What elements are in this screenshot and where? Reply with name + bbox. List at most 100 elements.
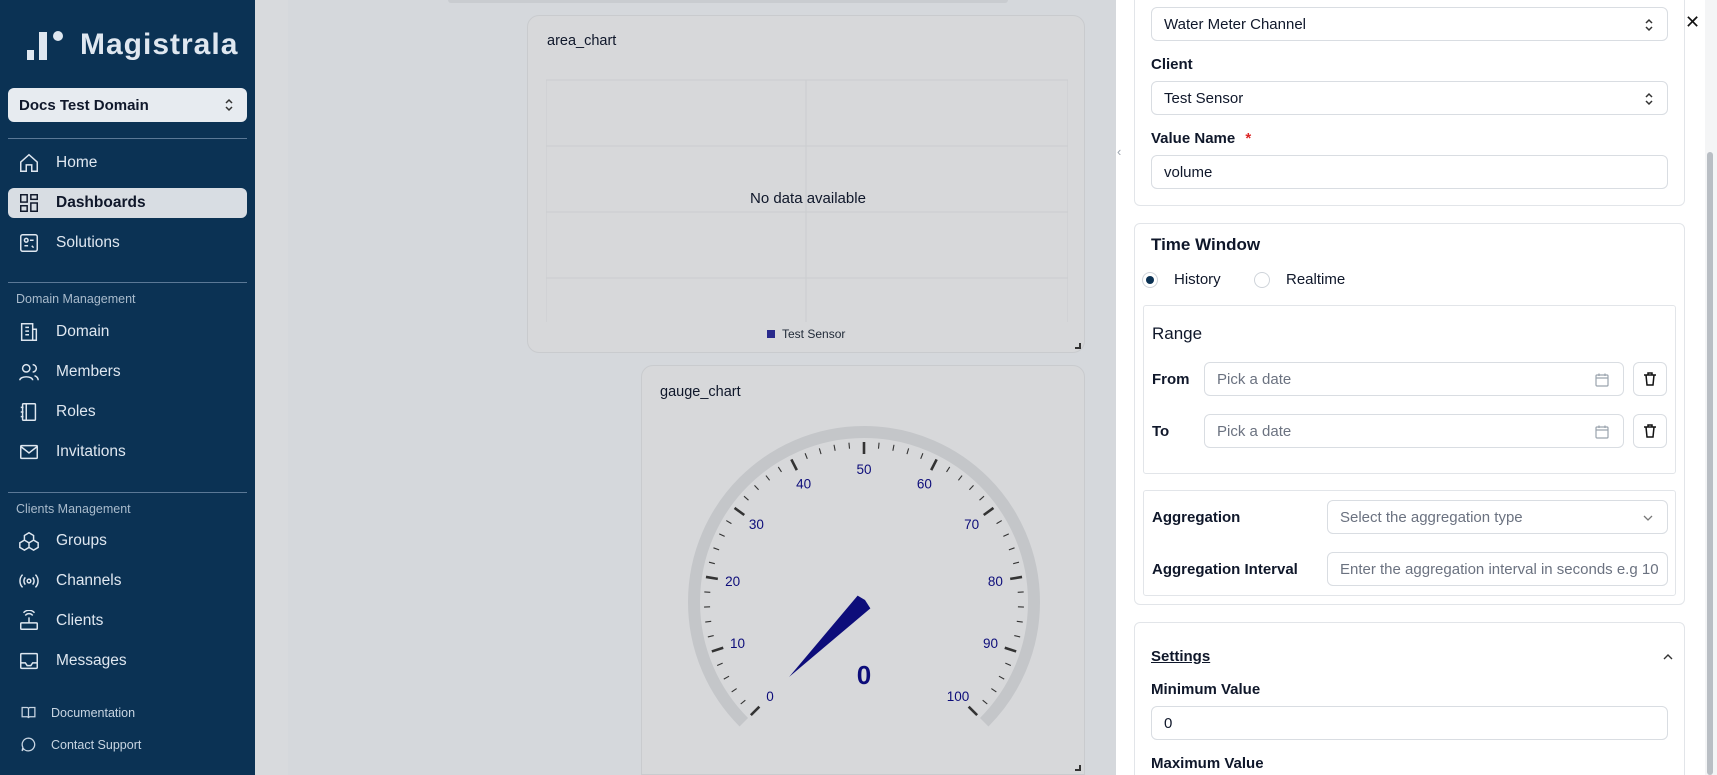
gauge-minor-tick	[731, 688, 737, 693]
client-select[interactable]: Test Sensor	[1151, 81, 1668, 115]
gauge-major-tick	[967, 705, 979, 717]
gauge-major-tick	[711, 646, 724, 653]
value-name-label-text: Value Name	[1151, 130, 1236, 147]
clear-to-button[interactable]	[1633, 414, 1667, 448]
divider	[8, 282, 247, 283]
chevron-down-icon	[1643, 515, 1653, 521]
clear-from-button[interactable]	[1633, 362, 1667, 396]
gauge-tick-label: 40	[796, 476, 811, 491]
gauge-minor-tick	[996, 520, 1002, 525]
gauge-minor-tick	[765, 475, 771, 481]
trash-icon	[1644, 424, 1656, 438]
chevron-updown-icon	[225, 98, 233, 112]
radio-realtime[interactable]	[1254, 272, 1270, 288]
channel-select-value: Water Meter Channel	[1164, 15, 1307, 33]
aggregation-select[interactable]: Select the aggregation type	[1327, 500, 1668, 534]
logo-mark-icon	[27, 31, 63, 60]
widget-area-chart[interactable]: area_chart No data available Test Sensor	[527, 15, 1085, 353]
section-label-domain: Domain Management	[16, 292, 136, 306]
sidebar-item-members[interactable]: Members	[8, 357, 247, 387]
gauge-minor-tick	[726, 520, 732, 525]
resize-handle[interactable]	[1075, 343, 1081, 349]
gauge-minor-tick	[979, 495, 985, 501]
gauge-tick-label: 20	[725, 574, 740, 589]
gauge-minor-tick	[877, 442, 880, 449]
domain-selector[interactable]: Docs Test Domain	[8, 88, 247, 122]
chevron-updown-icon	[1645, 92, 1653, 106]
gauge-minor-tick	[892, 444, 895, 451]
sidebar-item-label: Domain	[56, 323, 110, 340]
sidebar-item-label: Documentation	[51, 705, 136, 720]
radio-history[interactable]	[1142, 272, 1158, 288]
gauge-tick-label: 10	[730, 636, 745, 651]
sidebar-item-label: Members	[56, 363, 121, 380]
sidebar-item-label: Groups	[56, 532, 107, 549]
to-date-input[interactable]: Pick a date	[1204, 414, 1624, 448]
users-icon	[19, 363, 39, 381]
gauge-major-tick	[982, 506, 995, 517]
gauge-major-tick	[1004, 646, 1017, 653]
gauge-major-tick	[1009, 575, 1023, 581]
widget-gauge-chart[interactable]: gauge_chart 0 10 20 30 40 50 60 70 80 90 100 0	[641, 365, 1085, 775]
client-label: Client	[1151, 56, 1193, 73]
aggregation-interval-input[interactable]: Enter the aggregation interval in second…	[1327, 552, 1668, 586]
sidebar-item-label: Solutions	[56, 234, 120, 251]
gauge-tick-label: 100	[947, 689, 970, 704]
min-value-label: Minimum Value	[1151, 681, 1261, 698]
from-date-placeholder: Pick a date	[1217, 370, 1292, 388]
gauge-minor-tick	[707, 635, 714, 638]
value-name-input[interactable]: volume	[1151, 155, 1668, 189]
groups-icon	[19, 531, 39, 552]
router-icon	[20, 610, 38, 630]
sidebar-item-label: Messages	[56, 652, 127, 669]
sidebar-item-clients[interactable]: Clients	[8, 606, 247, 636]
gauge-minor-tick	[1014, 635, 1021, 638]
sidebar-item-groups[interactable]: Groups	[8, 526, 247, 556]
from-date-input[interactable]: Pick a date	[1204, 362, 1624, 396]
settings-heading[interactable]: Settings	[1151, 648, 1210, 665]
gauge-tick-label: 30	[749, 517, 764, 532]
sidebar-item-dashboards[interactable]: Dashboards	[8, 188, 247, 218]
radio-realtime-label[interactable]: Realtime	[1286, 271, 1345, 288]
aggregation-interval-label: Aggregation Interval	[1152, 561, 1298, 578]
sidebar-item-documentation[interactable]: Documentation	[20, 704, 135, 721]
gauge-minor-tick	[1005, 662, 1012, 667]
gauge-minor-tick	[1003, 533, 1010, 537]
widget-title: area_chart	[547, 33, 617, 49]
gauge-minor-tick	[1008, 547, 1015, 551]
home-icon	[20, 153, 38, 172]
close-icon[interactable]: ✕	[1685, 12, 1700, 33]
gauge-major-tick	[705, 575, 719, 581]
resize-handle[interactable]	[1075, 765, 1081, 771]
sidebar-item-contact-support[interactable]: Contact Support	[20, 736, 141, 753]
channel-select[interactable]: Water Meter Channel	[1151, 7, 1668, 41]
gauge-svg: 0 10 20 30 40 50 60 70 80 90 100 0	[688, 426, 1040, 727]
sidebar-item-invitations[interactable]: Invitations	[8, 437, 247, 467]
sidebar-item-messages[interactable]: Messages	[8, 646, 247, 676]
calendar-icon	[1595, 373, 1609, 387]
dashboard-grid: area_chart No data available Test Sensor	[288, 0, 1116, 775]
gauge-minor-tick	[740, 699, 746, 705]
sidebar-item-roles[interactable]: Roles	[8, 397, 247, 427]
chart-legend[interactable]: Test Sensor	[767, 327, 845, 341]
solutions-icon	[20, 234, 38, 252]
sidebar-item-channels[interactable]: Channels	[8, 566, 247, 596]
chevron-up-icon[interactable]	[1663, 653, 1673, 661]
collapse-chevron-icon[interactable]: ‹	[1117, 144, 1121, 159]
gauge-tick-label: 70	[964, 517, 979, 532]
radio-history-label[interactable]: History	[1174, 271, 1221, 288]
sidebar: Magistrala Docs Test Domain Home Dashboa…	[0, 0, 255, 775]
sidebar-item-home[interactable]: Home	[8, 148, 247, 178]
gauge-minor-tick	[991, 688, 997, 693]
sidebar-item-domain[interactable]: Domain	[8, 317, 247, 347]
scrollbar-thumb[interactable]	[1707, 152, 1713, 775]
dashboard-icon	[20, 194, 38, 212]
min-value-input[interactable]: 0	[1151, 706, 1668, 740]
book-icon	[20, 403, 37, 421]
gauge-minor-tick	[716, 662, 723, 667]
docs-icon	[21, 706, 36, 719]
sidebar-item-solutions[interactable]: Solutions	[8, 228, 247, 258]
sidebar-item-label: Home	[56, 154, 98, 171]
app-logo[interactable]: Magistrala	[26, 28, 238, 62]
sidebar-item-label: Invitations	[56, 443, 126, 460]
